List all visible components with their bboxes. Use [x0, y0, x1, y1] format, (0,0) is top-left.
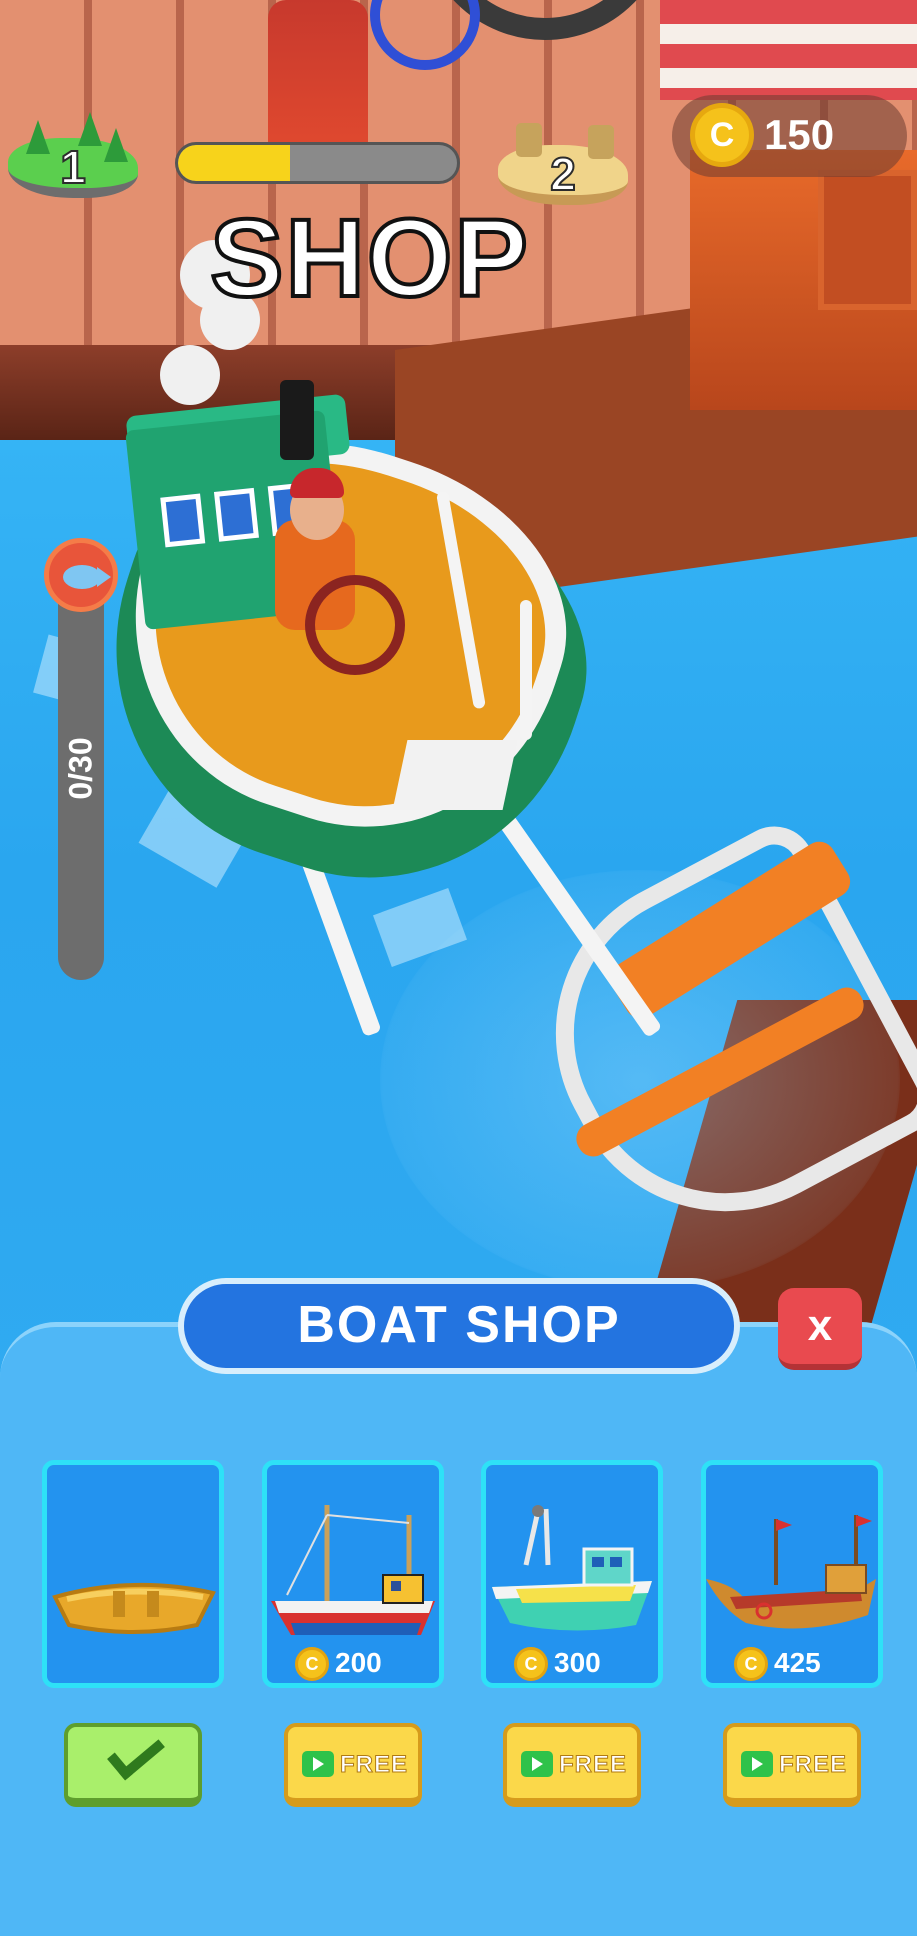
free-boat-button[interactable]: FREE: [723, 1723, 861, 1807]
next-level-number: 2: [549, 147, 577, 201]
free-label: FREE: [778, 1751, 848, 1779]
level-progress-fill: [178, 145, 290, 181]
deck-box: [392, 740, 518, 810]
coin-icon: C: [690, 103, 754, 167]
boat-card-rowboat[interactable]: [42, 1460, 224, 1688]
galleon-icon: [706, 1515, 876, 1629]
level-progress-bar: [175, 142, 460, 184]
cabin-window: [213, 487, 259, 542]
crate: [818, 170, 917, 310]
free-boat-button[interactable]: FREE: [284, 1723, 422, 1807]
shop-sign: SHOP: [208, 195, 530, 322]
free-boat-button[interactable]: FREE: [503, 1723, 641, 1807]
boat-price: 300: [554, 1647, 601, 1678]
video-ad-icon: [741, 1751, 773, 1777]
free-label: FREE: [558, 1751, 628, 1779]
boat-card-galleon[interactable]: C 425: [701, 1460, 883, 1688]
fish-tail: [97, 567, 111, 587]
current-level-island: 1: [8, 112, 138, 208]
coin-icon: C: [514, 1647, 548, 1681]
close-button[interactable]: x: [778, 1288, 862, 1370]
free-label: FREE: [339, 1751, 409, 1779]
fishing-boat-icon: [492, 1505, 652, 1631]
fish-body: [63, 565, 101, 589]
fish-icon: [44, 538, 118, 612]
play-icon: [752, 1757, 763, 1771]
fish-count: 0/30: [62, 737, 99, 800]
coin-icon: C: [734, 1647, 768, 1681]
play-icon: [532, 1757, 543, 1771]
sailing-trawler-icon: [271, 1505, 435, 1635]
current-level-number: 1: [59, 140, 87, 194]
coin-balance: C 150: [672, 95, 907, 177]
video-ad-icon: [302, 1751, 334, 1777]
coin-amount: 150: [764, 111, 835, 158]
striped-awning: [660, 0, 917, 100]
rowboat-icon: [52, 1582, 216, 1634]
smoke-puff: [160, 345, 220, 405]
owned-boat-button[interactable]: [64, 1723, 202, 1807]
boat-shop-title: BOAT SHOP: [178, 1278, 740, 1374]
shopkeeper-character: [268, 0, 368, 150]
checkmark-icon: [107, 1725, 165, 1781]
boat-price: 200: [335, 1647, 382, 1678]
boat-mast: [520, 600, 532, 740]
cabin-window: [160, 493, 206, 548]
boat-card-fishing-boat[interactable]: C 300: [481, 1460, 663, 1688]
boat-price: 425: [774, 1647, 821, 1678]
boat-funnel: [280, 380, 314, 460]
video-ad-icon: [521, 1751, 553, 1777]
fish-capacity-gauge: 0/30: [58, 560, 104, 980]
coin-icon: C: [295, 1647, 329, 1681]
boat-card-sailing-trawler[interactable]: C 200: [262, 1460, 444, 1688]
play-icon: [313, 1757, 324, 1771]
ship-wheel-icon: [305, 575, 405, 675]
